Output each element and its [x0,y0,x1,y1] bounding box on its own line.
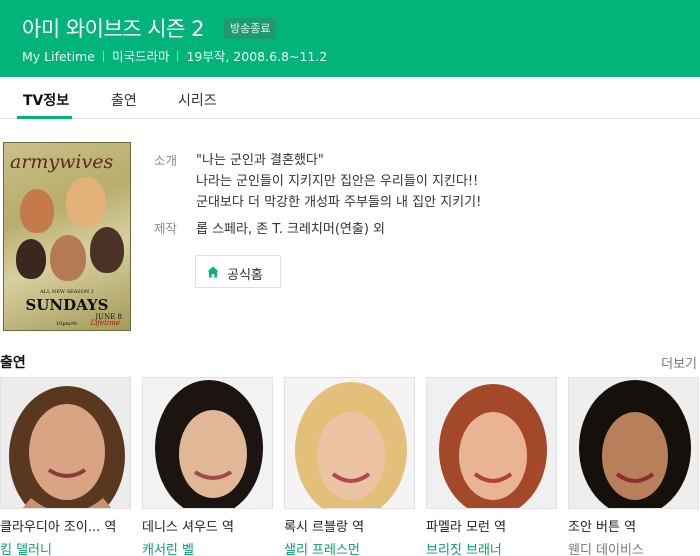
program-poster[interactable]: armywives ALL NEW SEASON 2 SUNDAYS JUNE … [3,142,131,331]
meta-divider [177,51,179,62]
cast-card[interactable]: 조안 버튼 역 웬디 데이비스 [568,377,699,556]
cast-card[interactable]: 록시 르블랑 역 샐리 프레스먼 [284,377,415,556]
actor-photo[interactable] [0,377,131,509]
actor-photo[interactable] [568,377,699,509]
tab-tv-info[interactable]: TV정보 [23,90,69,110]
cast-role: 조안 버튼 역 [568,520,637,535]
intro-line: "나는 군인과 결혼했다" [196,153,324,168]
poster-figure [66,177,106,227]
program-header: 아미 와이브즈 시즌 2 방송종료 My Lifetime 미국드라마 19부작, … [0,0,700,77]
intro-line: 나라는 군인들이 지키지만 집안은 우리들이 지킨다!! [196,174,479,189]
cast-section-title: 출연 [0,355,26,371]
intro-line: 군대보다 더 막강한 개성파 주부들의 내 집안 지키기! [196,195,482,210]
intro-label: 소개 [154,153,178,168]
tab-cast[interactable]: 출연 [111,90,137,110]
poster-figure [90,227,124,273]
official-home-label: 공식홈 [227,268,263,283]
intro-text: "나는 군인과 결혼했다" 나라는 군인들이 지키지만 집안은 우리들이 지킨다… [196,150,481,213]
active-tab-indicator [17,116,72,119]
cast-role: 파멜라 모런 역 [426,520,507,535]
actor-name[interactable]: 웬디 데이비스 [568,539,644,556]
actor-name[interactable]: 캐서린 벨 [142,539,194,556]
cast-role: 클라우디아 조이... 역 [0,520,117,535]
staff-text: 롭 스페라, 존 T. 크레치머(연출) 외 [196,222,385,237]
staff-label: 제작 [154,221,178,236]
actor-photo[interactable] [426,377,557,509]
poster-day: SUNDAYS [25,296,109,314]
tab-series[interactable]: 시리즈 [178,90,217,110]
episode-info: 19부작, 2008.6.8~11.2 [186,49,328,64]
poster-channel-logo: Lifetime [90,319,120,327]
actor-photo[interactable] [142,377,273,509]
channel-name[interactable]: My Lifetime [22,49,95,64]
more-link[interactable]: 더보기 [661,353,697,372]
cast-card[interactable]: 데니스 셔우드 역 캐서린 벨 [142,377,273,556]
actor-name[interactable]: 킴 델러니 [0,539,52,556]
program-title[interactable]: 아미 와이브즈 시즌 2 [22,13,204,43]
poster-logo: armywives [10,151,114,173]
meta-divider [102,51,104,62]
poster-figure [16,239,46,279]
cast-role: 록시 르블랑 역 [284,520,365,535]
actor-name[interactable]: 브리짓 브래너 [426,539,502,556]
status-badge: 방송종료 [224,18,277,39]
cast-card[interactable]: 파멜라 모런 역 브리짓 브래너 [426,377,557,556]
poster-figure [50,235,86,281]
actor-photo[interactable] [284,377,415,509]
tab-bar: TV정보 출연 시리즈 [0,77,700,119]
poster-season: ALL NEW SEASON 2 [40,289,94,295]
genre: 미국드라마 [111,49,170,64]
home-icon [207,266,219,278]
cast-role: 데니스 셔우드 역 [142,520,234,535]
poster-figure [20,189,54,233]
official-home-button[interactable]: 공식홈 [195,255,281,288]
program-meta: My Lifetime 미국드라마 19부작, 2008.6.8~11.2 [22,46,327,65]
cast-card[interactable]: 클라우디아 조이... 역 킴 델러니 [0,377,131,556]
actor-name[interactable]: 샐리 프레스먼 [284,539,360,556]
